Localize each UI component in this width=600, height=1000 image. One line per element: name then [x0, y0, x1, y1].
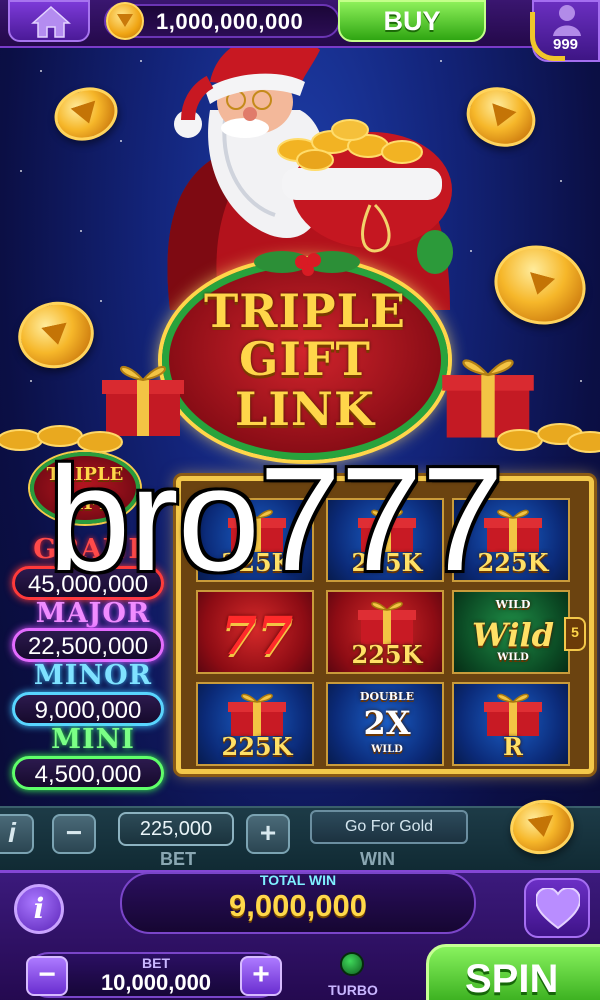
bet-minus-button[interactable]: −: [26, 956, 68, 996]
bet-plus-button[interactable]: +: [240, 956, 282, 996]
home-icon: [31, 5, 71, 38]
go-for-gold-button[interactable]: Go For Gold: [310, 810, 468, 844]
floating-coin-icon: [485, 235, 595, 335]
total-win-label: TOTAL WIN: [259, 872, 337, 888]
coin-icon: [106, 2, 144, 40]
heart-icon: [536, 888, 580, 930]
reel-cell-seven: 77: [196, 590, 314, 674]
logo-line-triple: TRIPLE: [204, 284, 406, 338]
home-button[interactable]: [8, 0, 90, 42]
symbol-label: 2X: [363, 704, 411, 742]
turbo-indicator-icon[interactable]: [340, 952, 364, 976]
symbol-label: 77: [220, 606, 294, 667]
holly-icon: [254, 251, 360, 276]
coin-balance: 1,000,000,000: [156, 9, 304, 34]
buy-button[interactable]: BUY: [338, 0, 486, 42]
floating-coin-icon: [47, 79, 125, 149]
info-button[interactable]: i: [14, 884, 64, 934]
total-win-value: 9,000,000: [229, 888, 367, 923]
bet-value: 10,000,000: [100, 970, 212, 995]
symbol-caption-top: DOUBLE: [359, 690, 415, 703]
favorite-button[interactable]: [524, 878, 590, 938]
reel-side-number: 5: [564, 617, 586, 651]
gift-symbol-icon: [484, 693, 542, 736]
floating-coin-icon: [11, 294, 101, 376]
game-screen: TRIPLE GIFT LINK 1,000,000,000 BUY 999 T…: [0, 0, 600, 1000]
player-level: 999: [553, 36, 579, 53]
jackpot-major-title: MAJOR: [35, 598, 151, 629]
logo-line-gift: GIFT: [239, 332, 371, 386]
reel-cell-multiplier: DOUBLE 2X WILD: [326, 682, 444, 766]
symbol-label: Wild: [471, 616, 555, 654]
symbol-caption-bottom: WILD: [497, 652, 529, 663]
jackpot-mini-value: 4,500,000: [12, 756, 164, 790]
jackpot-mini-title: MINI: [51, 724, 135, 755]
symbol-label: 225K: [351, 640, 423, 669]
win-faded-label: WIN: [360, 849, 395, 869]
jackpot-minor-title: MINOR: [33, 660, 153, 691]
jackpot-major-value: 22,500,000: [12, 628, 164, 662]
gift-symbol-icon: [228, 693, 286, 736]
reel-cell-gift: 225K: [196, 682, 314, 766]
floating-coin-icon: [458, 77, 544, 157]
bet-display: 225,000: [118, 812, 234, 846]
bet-decrease-button[interactable]: −: [52, 814, 96, 854]
symbol-label: R: [503, 732, 523, 761]
bet-increase-button[interactable]: +: [246, 814, 290, 854]
symbol-caption-bottom: WILD: [371, 744, 403, 755]
turbo-label[interactable]: TURBO: [318, 982, 388, 998]
symbol-label: 225K: [221, 732, 293, 761]
info-small-button[interactable]: i: [0, 814, 34, 854]
bet-label: BET: [142, 955, 170, 971]
gift-symbol-icon: [358, 601, 416, 644]
reel-cell-gift: R: [452, 682, 570, 766]
watermark-text: bro777: [48, 437, 504, 602]
bet-faded-label: BET: [160, 849, 196, 869]
jackpot-minor-value: 9,000,000: [12, 692, 164, 726]
reel-cell-gift: 225K: [326, 590, 444, 674]
spin-button[interactable]: SPIN: [426, 944, 600, 1000]
reel-cell-wild: WILD Wild WILD: [452, 590, 570, 674]
